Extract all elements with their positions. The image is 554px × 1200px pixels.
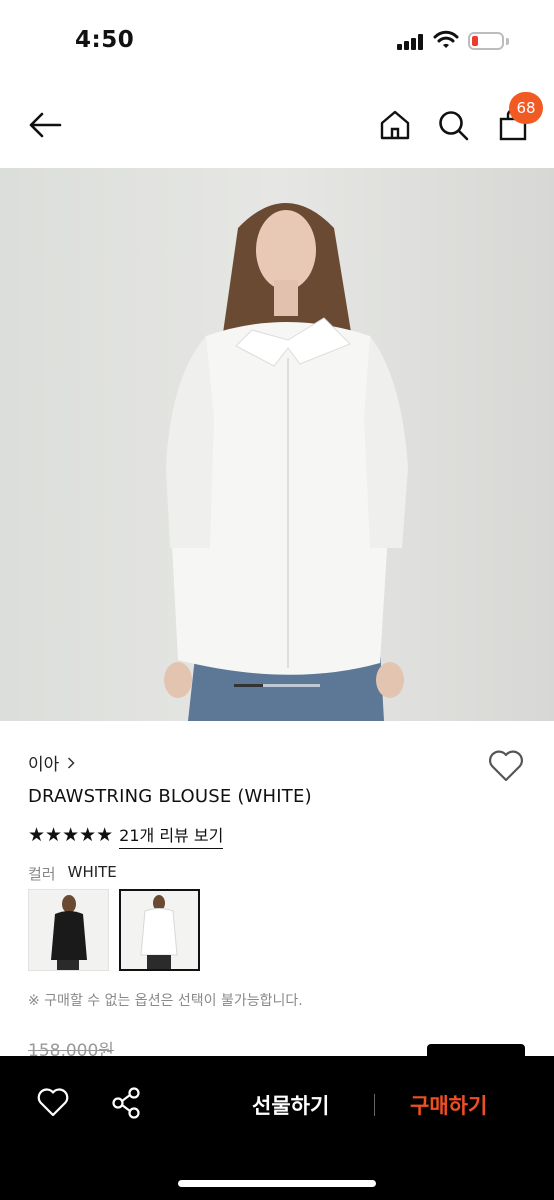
home-indicator [178,1180,376,1187]
share-icon[interactable] [109,1086,143,1120]
product-image-carousel[interactable] [0,168,554,721]
gift-button[interactable]: 선물하기 [252,1090,329,1120]
wishlist-heart-icon[interactable] [487,748,525,784]
swatch-thumbnail-black [29,890,108,970]
color-swatch-black[interactable] [28,889,109,971]
star-rating: ★★★★★ [28,824,114,846]
status-time: 4:50 [75,27,135,53]
home-icon[interactable] [378,108,412,142]
color-swatches [28,889,200,971]
back-arrow-icon[interactable] [26,106,64,144]
product-title: DRAWSTRING BLOUSE (WHITE) [28,786,312,807]
brand-link[interactable]: 이아 [28,750,75,775]
selected-color-value: WHITE [67,863,117,881]
review-count-link[interactable]: 21개 리뷰 보기 [119,822,224,849]
color-label: 컬러 [28,865,56,883]
battery-icon [468,32,504,50]
status-bar: 4:50 [0,0,554,84]
brand-name: 이아 [28,755,60,775]
wifi-icon [433,30,459,48]
battery-tip [506,38,509,45]
top-navigation [0,84,554,168]
swatch-thumbnail-white [121,891,198,969]
cart-count-badge: 68 [509,92,543,124]
carousel-pager [234,684,320,687]
buy-button[interactable]: 구매하기 [410,1090,487,1120]
bottom-heart-icon[interactable] [36,1086,70,1120]
option-notice: ※ 구매할 수 없는 옵션은 선택이 불가능합니다. [28,993,303,1009]
search-icon[interactable] [436,108,470,142]
color-option-row: 컬러 WHITE [28,863,117,884]
carousel-pager-active [234,684,263,687]
color-swatch-white[interactable] [119,889,200,971]
bottom-action-bar: 선물하기 구매하기 [0,1056,554,1200]
product-photo [0,168,554,721]
cellular-signal-icon [397,34,425,50]
bottom-divider [374,1094,375,1116]
chevron-right-icon [68,756,75,769]
rating-row: ★★★★★ 21개 리뷰 보기 [28,822,224,849]
